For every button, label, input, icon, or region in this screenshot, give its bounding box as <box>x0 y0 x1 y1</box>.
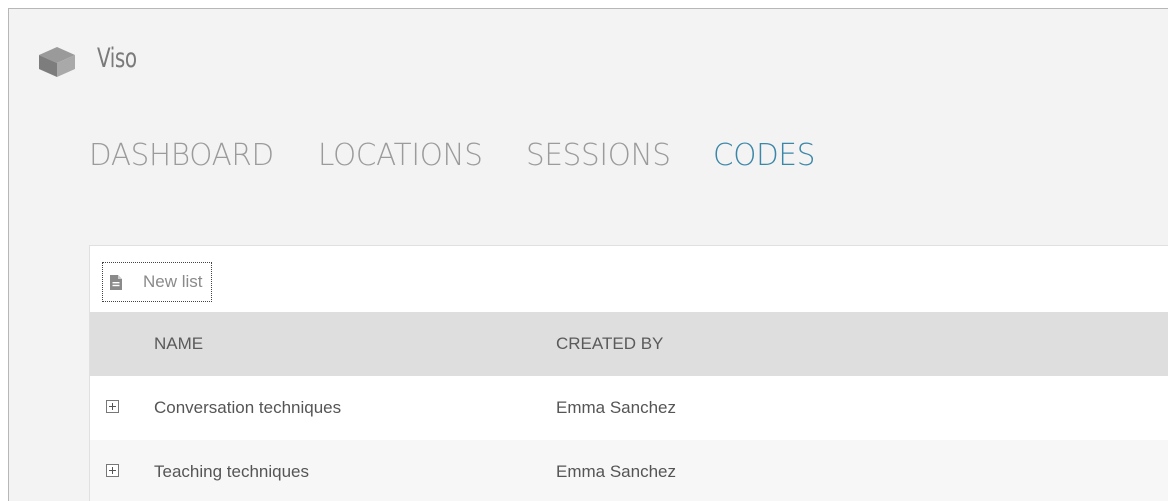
app-window: Viso DASHBOARD LOCATIONS SESSIONS CODES … <box>8 8 1168 501</box>
table-header: NAME CREATED BY <box>90 312 1168 376</box>
expand-plus-icon[interactable] <box>106 464 119 477</box>
table-row[interactable]: Conversation techniques Emma Sanchez <box>90 376 1168 440</box>
code-lists-panel: New list NAME CREATED BY Conversation te… <box>89 245 1168 501</box>
row-created-by: Emma Sanchez <box>556 398 676 417</box>
column-header-created-by[interactable]: CREATED BY <box>556 312 663 376</box>
tab-locations[interactable]: LOCATIONS <box>318 138 483 173</box>
table-row[interactable]: Teaching techniques Emma Sanchez <box>90 440 1168 501</box>
main-nav: DASHBOARD LOCATIONS SESSIONS CODES <box>89 133 857 177</box>
column-header-name[interactable]: NAME <box>154 312 203 376</box>
row-name: Conversation techniques <box>154 398 342 417</box>
row-created-by: Emma Sanchez <box>556 462 676 481</box>
app-title: Viso <box>97 43 137 74</box>
tab-sessions[interactable]: SESSIONS <box>526 138 671 173</box>
row-name: Teaching techniques <box>154 462 310 481</box>
tab-dashboard[interactable]: DASHBOARD <box>89 138 274 173</box>
cube-icon <box>39 47 75 77</box>
new-list-label: New list <box>143 272 203 291</box>
tab-codes[interactable]: CODES <box>713 138 815 173</box>
new-list-button[interactable]: New list <box>102 262 212 302</box>
document-icon <box>110 274 122 290</box>
expand-plus-icon[interactable] <box>106 400 119 413</box>
